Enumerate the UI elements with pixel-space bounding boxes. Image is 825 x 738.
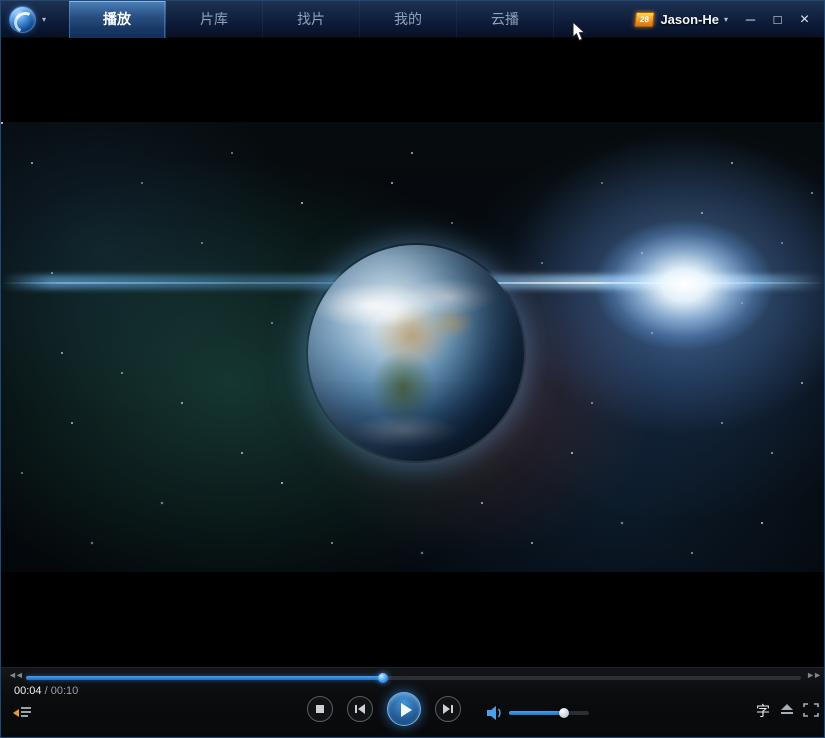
fast-forward-icon[interactable]: ►► (806, 670, 822, 680)
starfield (1, 122, 3, 124)
user-name: Jason-He (660, 12, 719, 27)
time-current: 00:04 (14, 685, 42, 697)
window-controls: ─ □ × (737, 1, 818, 38)
volume-fill (509, 708, 569, 718)
fullscreen-icon[interactable] (803, 703, 819, 717)
main-tabs: 播放 片库 找片 我的 云播 (69, 1, 554, 38)
maximize-button[interactable]: □ (764, 12, 791, 27)
play-button[interactable] (387, 692, 421, 726)
user-dropdown-icon[interactable]: ▾ (724, 15, 728, 24)
earth-planet (308, 245, 524, 461)
minimize-button[interactable]: ─ (737, 12, 764, 27)
video-area[interactable] (1, 38, 824, 669)
next-icon (443, 704, 450, 714)
control-bar: ◄◄ ►► 00:04 / 00:10 字 (1, 667, 824, 737)
seek-handle[interactable] (377, 673, 388, 683)
previous-button[interactable] (347, 696, 373, 722)
time-separator: / (41, 685, 51, 697)
play-icon (401, 703, 412, 717)
previous-icon (358, 704, 365, 714)
titlebar: ▾ 播放 片库 找片 我的 云播 28 Jason-He ▾ ─ □ × (1, 1, 824, 38)
sun-core (574, 205, 794, 365)
video-frame-space-scene (1, 122, 824, 572)
volume-control (487, 702, 597, 724)
volume-handle[interactable] (559, 708, 569, 718)
seek-bar[interactable] (26, 673, 801, 683)
stop-icon (316, 705, 324, 713)
playlist-icon[interactable] (13, 706, 31, 719)
time-total: 00:10 (50, 685, 79, 697)
tab-play[interactable]: 播放 (69, 1, 166, 38)
speaker-icon[interactable] (487, 705, 505, 721)
next-button[interactable] (435, 696, 461, 722)
tab-cloud[interactable]: 云播 (457, 1, 554, 38)
seek-bar-fill (26, 673, 388, 683)
logo-dropdown-icon[interactable]: ▾ (42, 15, 46, 24)
app-logo-icon[interactable] (9, 6, 36, 33)
time-display: 00:04 / 00:10 (14, 685, 78, 697)
stop-button[interactable] (307, 696, 333, 722)
tab-find[interactable]: 找片 (263, 1, 360, 38)
eject-icon[interactable] (781, 704, 793, 714)
subtitle-button[interactable]: 字 (756, 701, 770, 721)
volume-slider[interactable] (509, 708, 589, 718)
tab-library[interactable]: 片库 (166, 1, 263, 38)
tab-mine[interactable]: 我的 (360, 1, 457, 38)
user-level-badge-icon: 28 (634, 12, 656, 27)
user-account[interactable]: 28 Jason-He ▾ (634, 1, 728, 38)
close-button[interactable]: × (791, 11, 818, 29)
rewind-icon[interactable]: ◄◄ (8, 670, 24, 680)
playlist-arrow-icon (13, 709, 19, 717)
player-window: ▾ 播放 片库 找片 我的 云播 28 Jason-He ▾ ─ □ × ◄◄ … (0, 0, 825, 738)
